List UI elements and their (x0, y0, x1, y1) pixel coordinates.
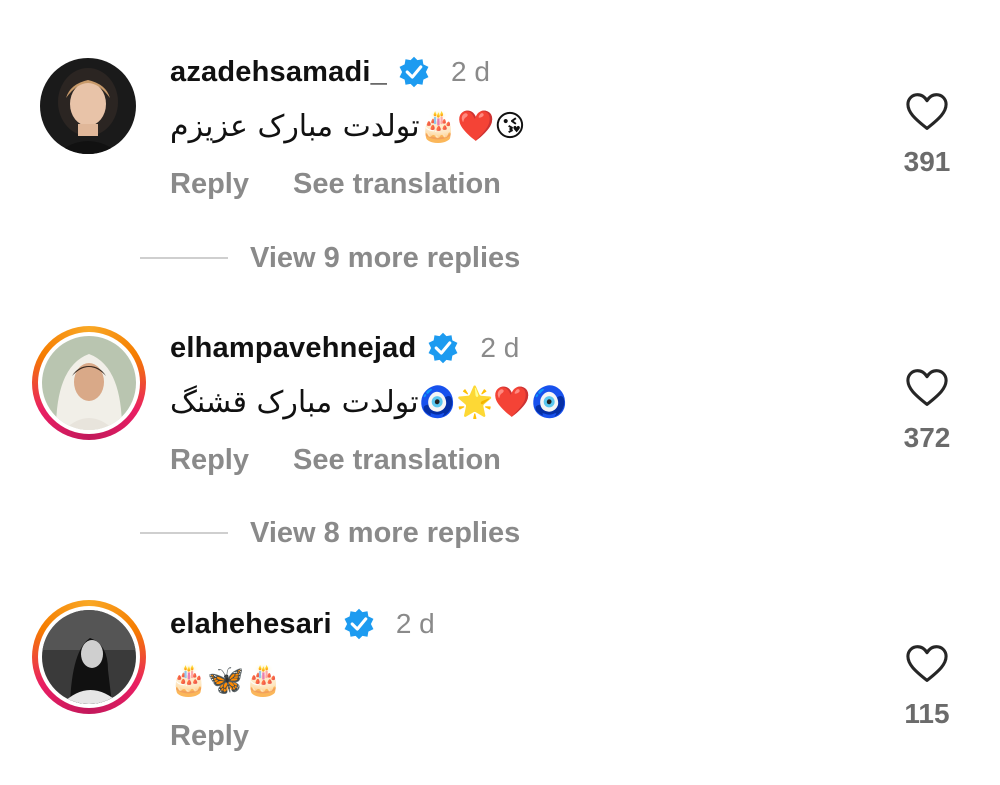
like-count: 115 (904, 698, 950, 729)
like-count: 372 (903, 422, 951, 453)
timestamp: 2 d (480, 332, 520, 363)
view-more-replies-button[interactable]: View 8 more replies (250, 517, 520, 550)
avatar-photo (42, 610, 136, 704)
replies-divider (140, 532, 228, 534)
view-more-replies-button[interactable]: View 9 more replies (250, 242, 520, 275)
heart-outline-icon[interactable] (905, 368, 949, 408)
comment-text: تولدت مبارک عزیزم🎂❤️😘 (170, 108, 526, 144)
reply-button[interactable]: Reply (170, 444, 249, 477)
heart-outline-icon[interactable] (905, 644, 949, 684)
comment-text: 🎂🦋🎂 (170, 662, 283, 698)
username[interactable]: azadehsamadi_ (170, 56, 387, 89)
replies-divider (140, 257, 228, 259)
heart-outline-icon[interactable] (905, 92, 949, 132)
reply-button[interactable]: Reply (170, 720, 249, 753)
see-translation-button[interactable]: See translation (293, 168, 501, 201)
verified-badge-icon (428, 332, 458, 364)
avatar-ring-inner (38, 606, 140, 708)
avatar-photo (40, 58, 136, 154)
avatar-photo (42, 336, 136, 430)
avatar[interactable] (32, 600, 146, 714)
avatar[interactable] (40, 58, 136, 154)
timestamp: 2 d (395, 608, 435, 639)
username[interactable]: elhampavehnejad (170, 332, 416, 365)
username[interactable]: elahehesari (170, 608, 332, 641)
verified-badge-icon (344, 608, 374, 640)
see-translation-button[interactable]: See translation (293, 444, 501, 477)
comment-text: تولدت مبارک قشنگ🧿🌟❤️🧿 (170, 384, 569, 420)
avatar[interactable] (32, 326, 146, 440)
verified-badge-icon (399, 56, 429, 88)
timestamp: 2 d (451, 56, 490, 87)
reply-button[interactable]: Reply (170, 168, 249, 201)
avatar-ring-inner (38, 332, 140, 434)
like-count: 391 (903, 146, 951, 177)
